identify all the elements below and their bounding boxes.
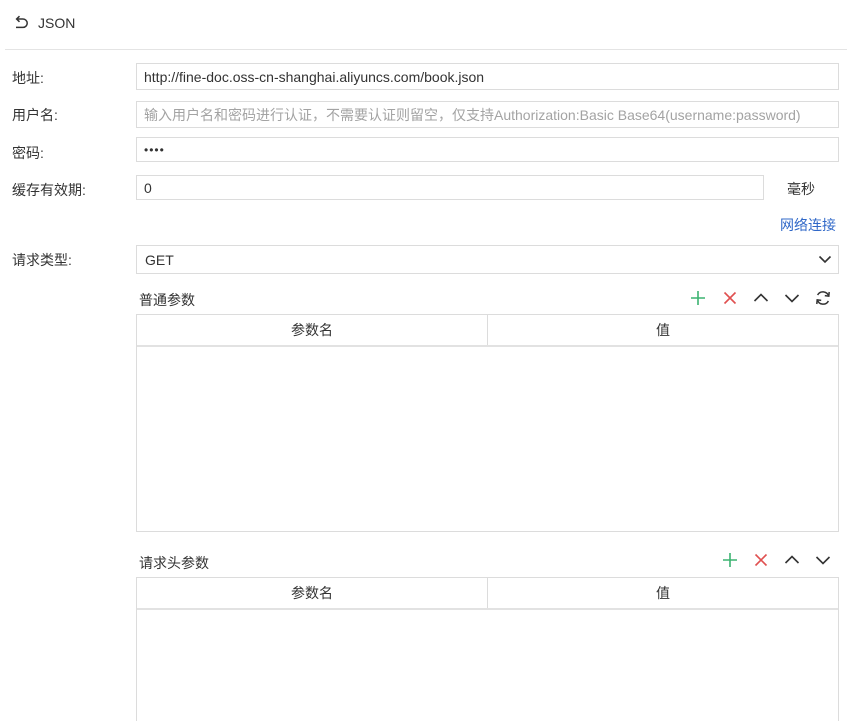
headers-column-value: 值 xyxy=(487,578,838,608)
headers-move-up-icon[interactable] xyxy=(783,551,801,569)
params-delete-icon[interactable] xyxy=(721,289,739,307)
params-section-title: 普通参数 xyxy=(139,292,195,308)
params-move-up-icon[interactable] xyxy=(752,289,770,307)
chevron-down-icon xyxy=(818,255,832,264)
header-divider xyxy=(5,49,847,50)
address-value: http://fine-doc.oss-cn-shanghai.aliyuncs… xyxy=(144,68,485,85)
params-move-down-icon[interactable] xyxy=(783,289,801,307)
params-refresh-icon[interactable] xyxy=(814,289,832,307)
params-table: 参数名 值 xyxy=(136,314,839,532)
params-table-header: 参数名 值 xyxy=(137,315,838,347)
password-value: •••• xyxy=(144,142,165,157)
params-column-value: 值 xyxy=(487,315,838,345)
username-label: 用户名: xyxy=(12,107,58,123)
cache-unit: 毫秒 xyxy=(787,181,815,197)
headers-table: 参数名 值 xyxy=(136,577,839,721)
headers-section-title: 请求头参数 xyxy=(139,555,209,571)
headers-column-name: 参数名 xyxy=(291,585,333,601)
params-add-icon[interactable] xyxy=(689,289,707,307)
password-input[interactable]: •••• xyxy=(136,137,839,162)
params-column-name: 参数名 xyxy=(291,322,333,338)
cache-input[interactable]: 0 xyxy=(136,175,764,200)
cache-value: 0 xyxy=(144,179,152,196)
username-placeholder: 输入用户名和密码进行认证，不需要认证则留空，仅支持Authorization:B… xyxy=(144,106,801,123)
password-label: 密码: xyxy=(12,145,44,161)
page-title: JSON xyxy=(38,15,76,31)
address-input[interactable]: http://fine-doc.oss-cn-shanghai.aliyuncs… xyxy=(136,63,839,90)
network-connection-link[interactable]: 网络连接 xyxy=(780,215,836,235)
request-type-select[interactable]: GET xyxy=(136,245,839,274)
username-input[interactable]: 输入用户名和密码进行认证，不需要认证则留空，仅支持Authorization:B… xyxy=(136,101,839,128)
cache-label: 缓存有效期: xyxy=(12,182,86,198)
request-type-value: GET xyxy=(145,251,174,268)
header: JSON xyxy=(0,0,848,48)
headers-table-header: 参数名 值 xyxy=(137,578,838,610)
headers-add-icon[interactable] xyxy=(721,551,739,569)
headers-delete-icon[interactable] xyxy=(752,551,770,569)
back-arrow-icon[interactable] xyxy=(12,14,30,32)
headers-move-down-icon[interactable] xyxy=(814,551,832,569)
request-type-label: 请求类型: xyxy=(12,252,72,268)
address-label: 地址: xyxy=(12,70,44,86)
